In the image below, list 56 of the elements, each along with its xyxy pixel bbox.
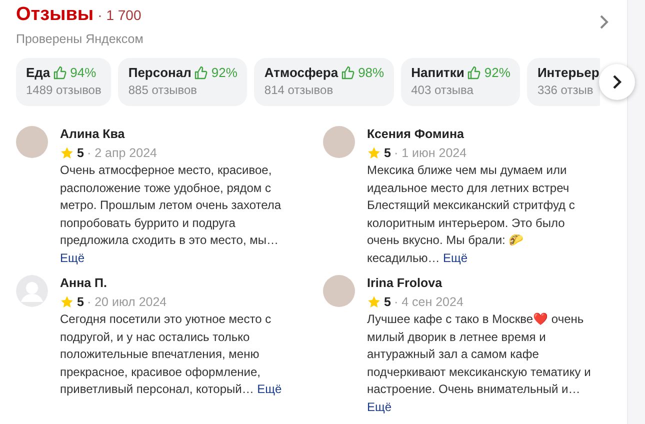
review-text: Сегодня посетили это уютное место с подругой, и у нас остались только положительные впечатления, меню прекрасное, красивое оформление, приветливый персонал, который… Ещё (60, 311, 283, 398)
photo-placeholder (323, 126, 355, 158)
rating-value: 5 (384, 295, 391, 309)
category-chip[interactable]: Еда 94% 1489 отзывов (16, 58, 112, 106)
reviews-count: · 1 700 (98, 7, 142, 23)
category-percent: 92% (211, 65, 238, 80)
category-name: Напитки (411, 65, 464, 80)
category-chip[interactable]: Атмосфера 98% 814 отзывов (254, 58, 394, 106)
category-chip[interactable]: Напитки 92% 403 отзыва (401, 58, 520, 106)
category-chip[interactable]: Интерьер 336 отзыв (527, 58, 600, 106)
star-icon (60, 146, 74, 160)
category-name: Персонал (128, 65, 192, 80)
more-link[interactable]: Ещё (443, 250, 468, 264)
author-name[interactable]: Анна П. (60, 276, 312, 290)
category-chip[interactable]: Персонал 92% 885 отзывов (118, 58, 248, 106)
star-icon (367, 295, 381, 309)
category-name: Интерьер (537, 65, 600, 80)
rating-value: 5 (77, 146, 84, 160)
thumb-up-icon (341, 66, 356, 80)
category-name: Атмосфера (264, 65, 338, 80)
author-name[interactable]: Ксения Фомина (367, 127, 613, 141)
more-link[interactable]: Ещё (60, 250, 85, 264)
star-icon (60, 295, 74, 309)
photo-placeholder (323, 275, 355, 307)
category-review-count: 403 отзыва (411, 83, 474, 97)
review-date: · 2 апр 2024 (86, 146, 157, 160)
more-link[interactable]: Ещё (367, 400, 392, 414)
review-date: · 4 сен 2024 (394, 295, 464, 309)
reviews-title: Отзывы (16, 4, 94, 26)
verified-note: Проверены Яндексом (16, 32, 144, 46)
review-date: · 1 июн 2024 (394, 146, 467, 160)
category-name: Еда (26, 65, 50, 80)
review-text: Лучшее кафе с тако в Москве❤ очень милый дворик в летнее время и антуражный зал а самом кафе подчеркивают мексиканскую тематику и настроение. Очень внимательный и… Ещё (367, 311, 592, 416)
review-text: Очень атмосферное место, красивое, расположение тоже удобное, рядом с метро. Прошлым летом очень захотела попробовать буррито и подруга предложила сходить в это место, мы… Ещё (60, 162, 282, 266)
chevron-right-icon (612, 74, 622, 90)
category-percent: 94% (70, 65, 96, 80)
category-percent: 98% (358, 65, 384, 80)
star-icon (367, 146, 381, 160)
thumb-up-icon (467, 66, 482, 80)
category-review-count: 336 отзыв (537, 83, 594, 97)
thumb-up-icon (53, 66, 68, 80)
review-text: Мексика ближе чем мы думаем или идеальное место для летних встреч Блестящий мексиканский стритфуд с колоритным интерьером. Это было очень вкусно. Мы брали: 🌮 кесадилью… Ещё (367, 162, 576, 266)
category-review-count: 1489 отзывов (26, 83, 102, 97)
author-name[interactable]: Irina Frolova (367, 276, 613, 290)
thumb-up-icon (194, 66, 208, 80)
more-link[interactable]: Ещё (257, 382, 282, 396)
chevron-right-icon[interactable] (599, 14, 610, 30)
photo-placeholder (16, 126, 48, 158)
next-button[interactable] (599, 64, 636, 100)
review-date: · 20 июл 2024 (86, 295, 167, 309)
rating-value: 5 (77, 295, 84, 309)
category-review-count: 814 отзывов (264, 83, 334, 97)
category-review-count: 885 отзывов (128, 83, 198, 97)
author-name[interactable]: Алина Ква (60, 127, 312, 141)
category-percent: 92% (484, 65, 510, 80)
rating-value: 5 (384, 146, 391, 160)
